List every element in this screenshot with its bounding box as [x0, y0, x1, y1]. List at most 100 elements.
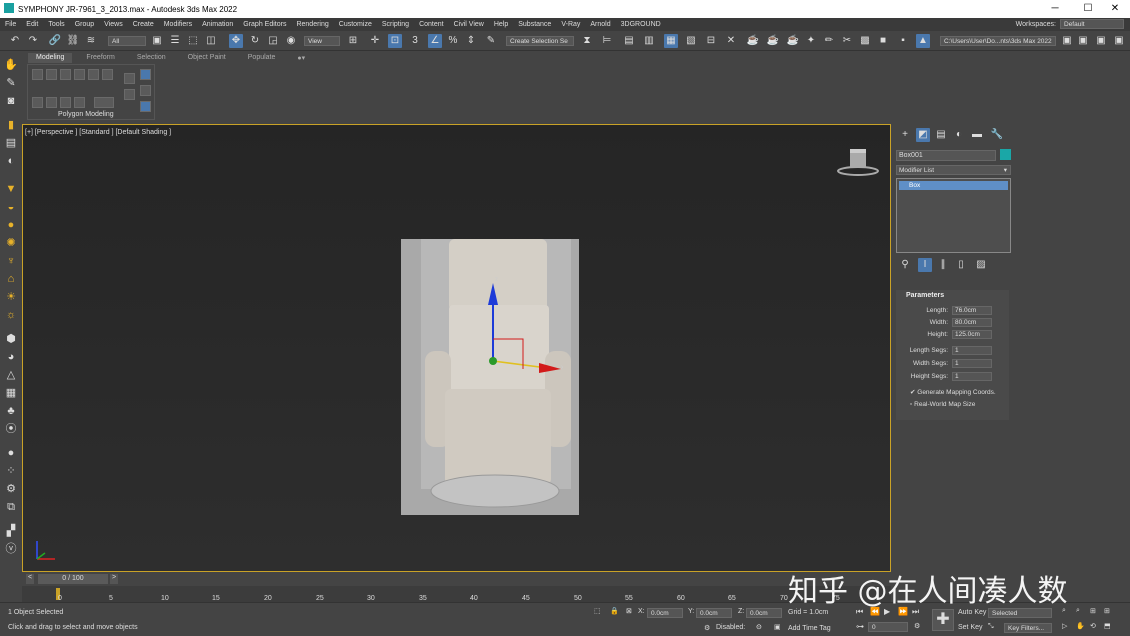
- tab-freeform[interactable]: Freeform: [78, 53, 122, 63]
- toggle-ribbon-icon[interactable]: ▦: [664, 34, 678, 48]
- track-bar[interactable]: 0 5 10 15 20 25 30 35 40 45 50 55 60 65 …: [22, 586, 891, 602]
- maximize-viewport-icon[interactable]: ⬒: [1104, 622, 1111, 630]
- bind-spacewarp-icon[interactable]: ≋: [84, 34, 98, 48]
- window-crossing-icon[interactable]: ◫: [204, 34, 218, 48]
- menu-civil-view[interactable]: Civil View: [449, 21, 489, 28]
- mirror-icon[interactable]: ⧗: [580, 34, 594, 48]
- stack-icon[interactable]: [102, 69, 113, 80]
- select-manipulate-icon[interactable]: ✛: [368, 34, 382, 48]
- tool-icon[interactable]: ⚙: [4, 482, 18, 496]
- project-icon-4[interactable]: ▣: [1112, 34, 1126, 48]
- explorer-icon[interactable]: ▮: [4, 118, 18, 132]
- perspective-viewport[interactable]: [+] [Perspective ] [Standard ] [Default …: [22, 124, 891, 572]
- v-logo-icon[interactable]: ⓥ: [4, 542, 18, 556]
- schematic-view-icon[interactable]: ⊟: [704, 34, 718, 48]
- material-editor-icon[interactable]: ✕: [724, 34, 738, 48]
- modify-mode-icon[interactable]: [124, 73, 135, 84]
- layer-explorer-icon[interactable]: ▥: [642, 34, 656, 48]
- magic-wand-icon[interactable]: ✦: [804, 34, 818, 48]
- scissors-icon[interactable]: ✂: [840, 34, 854, 48]
- link-icon[interactable]: 🔗: [48, 34, 62, 48]
- swift-loop-icon[interactable]: [94, 97, 114, 108]
- tile-icon[interactable]: ▪: [896, 34, 910, 48]
- next-frame-icon[interactable]: >: [110, 574, 118, 584]
- redo-icon[interactable]: ↷: [26, 34, 40, 48]
- disabled-icon[interactable]: ⚙: [704, 624, 710, 632]
- x-coord-field[interactable]: 0.0cm: [647, 608, 683, 618]
- rect-selection-icon[interactable]: ⬚: [186, 34, 200, 48]
- zoom-extents-all-icon[interactable]: ⊞: [1104, 607, 1110, 615]
- unlink-icon[interactable]: ⛓: [66, 34, 80, 48]
- brush-icon[interactable]: ✏: [822, 34, 836, 48]
- modify-tab-icon[interactable]: ◩: [916, 128, 930, 142]
- viewcube[interactable]: [833, 145, 883, 177]
- vray-icon[interactable]: ⦿: [4, 422, 18, 436]
- spot-icon[interactable]: ♆: [4, 254, 18, 268]
- orbit-icon[interactable]: ⟲: [1090, 622, 1096, 630]
- project-icon-2[interactable]: ▣: [1076, 34, 1090, 48]
- objects-icon[interactable]: ⧉: [4, 500, 18, 514]
- menu-help[interactable]: Help: [489, 21, 513, 28]
- sphere-icon[interactable]: ●: [4, 218, 18, 232]
- ring-icon[interactable]: [60, 97, 71, 108]
- tab-modeling[interactable]: Modeling: [28, 53, 73, 63]
- width-segs-field[interactable]: 1: [952, 359, 992, 368]
- remove-modifier-icon[interactable]: ▯: [954, 258, 968, 272]
- viewport-label[interactable]: [+] [Perspective ] [Standard ] [Default …: [25, 129, 171, 136]
- key-filters-button[interactable]: Key Filters...: [1004, 623, 1052, 633]
- ignore-backfacing-icon[interactable]: [140, 101, 151, 112]
- dome-icon[interactable]: ◒: [4, 200, 18, 214]
- zoom-extents-icon[interactable]: ⊞: [1090, 607, 1096, 615]
- pan-icon[interactable]: ✋: [1076, 622, 1085, 630]
- menu-create[interactable]: Create: [128, 21, 159, 28]
- minimize-button[interactable]: ─: [1040, 0, 1070, 18]
- omni-icon[interactable]: ⌂: [4, 272, 18, 286]
- rotate-icon[interactable]: ↻: [248, 34, 262, 48]
- tab-selection[interactable]: Selection: [129, 53, 174, 63]
- tab-populate[interactable]: Populate: [240, 53, 284, 63]
- pin-stack-icon[interactable]: ⚲: [898, 258, 912, 272]
- height-segs-field[interactable]: 1: [952, 372, 992, 381]
- hierarchy-tab-icon[interactable]: ▤: [934, 128, 948, 142]
- edit-named-sel-icon[interactable]: ✎: [484, 34, 498, 48]
- element-icon[interactable]: [88, 69, 99, 80]
- ball-icon[interactable]: ●: [4, 446, 18, 460]
- project-path-dropdown[interactable]: C:\Users\User\Do...nts\3ds Max 2022: [940, 36, 1056, 46]
- shrink-icon[interactable]: [32, 97, 43, 108]
- box-icon[interactable]: ▩: [858, 34, 872, 48]
- ribbon-group-label[interactable]: Polygon Modeling: [58, 111, 114, 118]
- align-icon[interactable]: ⊨: [600, 34, 614, 48]
- selection-filter-dropdown[interactable]: All: [108, 36, 146, 46]
- menu-rendering[interactable]: Rendering: [291, 21, 333, 28]
- multi-icon[interactable]: ⁘: [4, 464, 18, 478]
- menu-substance[interactable]: Substance: [513, 21, 556, 28]
- prev-frame-icon[interactable]: <: [26, 574, 34, 584]
- move-icon[interactable]: ✥: [229, 34, 243, 48]
- loop-icon[interactable]: [74, 97, 85, 108]
- layers-icon[interactable]: ▤: [4, 136, 18, 150]
- menu-tools[interactable]: Tools: [43, 21, 69, 28]
- curve-editor-icon[interactable]: ▧: [684, 34, 698, 48]
- close-button[interactable]: ✕: [1100, 0, 1130, 18]
- stack-item-box[interactable]: Box: [899, 181, 1008, 190]
- snaps-toggle-icon[interactable]: 3: [408, 34, 422, 48]
- render-setup-icon[interactable]: ☕: [746, 34, 760, 48]
- clipper-icon[interactable]: ▦: [4, 386, 18, 400]
- menu-customize[interactable]: Customize: [334, 21, 377, 28]
- spinner-snap-icon[interactable]: ⇕: [464, 34, 478, 48]
- fur-icon[interactable]: △: [4, 368, 18, 382]
- geometry-icon[interactable]: ⬢: [4, 332, 18, 346]
- gen-mapping-checkbox[interactable]: ✔ Generate Mapping Coords.: [910, 388, 996, 396]
- menu-graph-editors[interactable]: Graph Editors: [238, 21, 291, 28]
- lock-icon[interactable]: 🔒: [610, 607, 619, 615]
- time-tag-icon[interactable]: ▣: [774, 623, 781, 631]
- menu-arnold[interactable]: Arnold: [585, 21, 615, 28]
- object-name-field[interactable]: Box001: [896, 150, 996, 161]
- key-mode-icon[interactable]: ⊶: [856, 622, 864, 631]
- highlight-icon[interactable]: ▲: [916, 34, 930, 48]
- length-segs-field[interactable]: 1: [952, 346, 992, 355]
- make-unique-icon[interactable]: ∥: [936, 258, 950, 272]
- time-config-icon[interactable]: ⚙: [914, 622, 920, 630]
- preview-icon[interactable]: [124, 89, 135, 100]
- ribbon-toggle-icon[interactable]: [140, 69, 151, 80]
